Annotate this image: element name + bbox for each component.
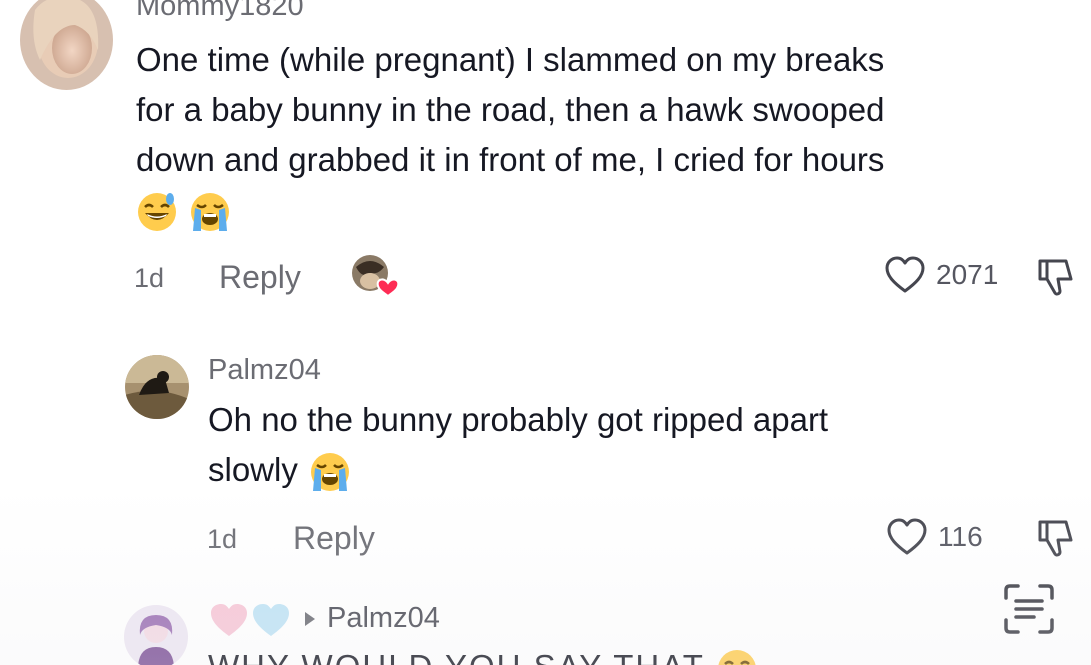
comment-emoji-row bbox=[136, 185, 1076, 235]
avatar-palmz04[interactable] bbox=[125, 355, 189, 419]
comments-screen: Mommy1820 One time (while pregnant) I sl… bbox=[0, 0, 1091, 665]
like-count: 2071 bbox=[936, 259, 999, 290]
dislike-icon bbox=[1038, 520, 1073, 557]
comment-timestamp: 1d bbox=[134, 263, 165, 293]
dislike-button[interactable] bbox=[1034, 257, 1076, 304]
dislike-button[interactable] bbox=[1034, 518, 1076, 565]
grinning-sweat-emoji bbox=[716, 648, 758, 665]
comment-line: WHY WOULD YOU SAY THAT bbox=[208, 648, 704, 665]
comment-text: WHY WOULD YOU SAY THAT bbox=[208, 648, 758, 665]
dislike-icon bbox=[1038, 259, 1073, 296]
comment-line: slowly bbox=[208, 445, 1008, 495]
avatar-reply-user[interactable] bbox=[124, 605, 188, 665]
comment-username[interactable]: Mommy1820 bbox=[136, 0, 304, 23]
grinning-sweat-emoji bbox=[136, 191, 178, 233]
like-count: 116 bbox=[938, 521, 983, 552]
creator-liked-badge bbox=[350, 253, 400, 299]
avatar-mommy1820[interactable] bbox=[20, 0, 113, 90]
reply-to-label[interactable]: Palmz04 bbox=[305, 602, 440, 635]
comment-line: for a baby bunny in the road, then a haw… bbox=[136, 91, 885, 128]
reply-hearts bbox=[208, 602, 292, 638]
comment-username[interactable]: Palmz04 bbox=[208, 354, 321, 387]
comment-text: One time (while pregnant) I slammed on m… bbox=[136, 35, 1076, 235]
comment-line: Oh no the bunny probably got ripped apar… bbox=[208, 401, 829, 438]
heart-outline-icon bbox=[887, 518, 927, 555]
comment-text: Oh no the bunny probably got ripped apar… bbox=[208, 395, 1008, 495]
comment-timestamp: 1d bbox=[207, 524, 238, 554]
like-button[interactable]: 2071 bbox=[884, 256, 998, 294]
reply-arrow-icon bbox=[305, 611, 315, 626]
loudly-crying-emoji bbox=[307, 451, 353, 493]
light-blue-heart-emoji bbox=[253, 604, 289, 636]
comment-line-text: slowly bbox=[208, 451, 298, 488]
comment-line: down and grabbed it in front of me, I cr… bbox=[136, 141, 885, 178]
reply-to-username: Palmz04 bbox=[327, 602, 440, 634]
like-button[interactable]: 116 bbox=[886, 518, 983, 556]
heart-outline-icon bbox=[885, 256, 925, 293]
reply-button[interactable]: Reply bbox=[293, 520, 375, 557]
comment-line: One time (while pregnant) I slammed on m… bbox=[136, 41, 885, 78]
scan-text-icon bbox=[1004, 584, 1054, 634]
reply-button[interactable]: Reply bbox=[219, 259, 301, 296]
scan-text-button[interactable] bbox=[1000, 580, 1058, 638]
pink-heart-emoji bbox=[211, 604, 247, 636]
loudly-crying-emoji bbox=[187, 191, 233, 233]
